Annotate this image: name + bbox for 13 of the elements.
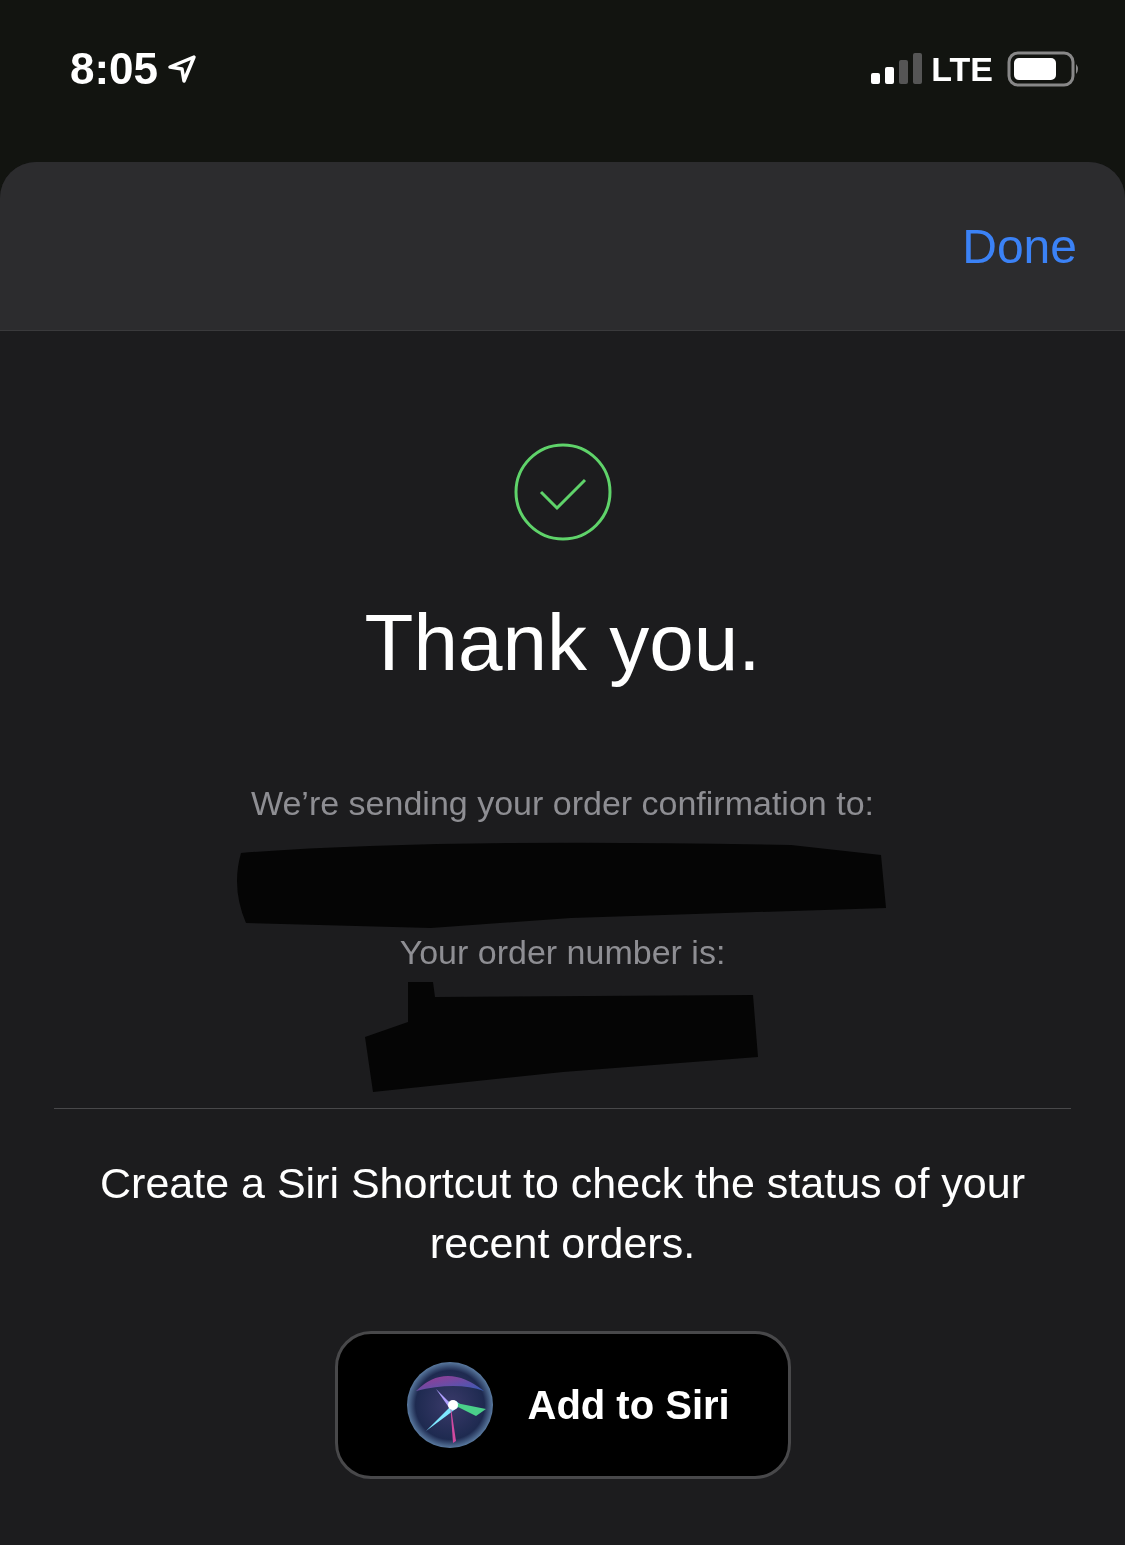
siri-orb-icon (405, 1361, 494, 1449)
email-label: We’re sending your order confirmation to: (251, 784, 874, 823)
order-number-label: Your order number is: (399, 933, 726, 972)
thank-you-title: Thank you. (364, 597, 761, 689)
network-label: LTE (931, 49, 993, 89)
add-to-siri-button[interactable]: Add to Siri (334, 1331, 791, 1479)
checkmark-circle-icon (512, 442, 613, 542)
status-time: 8:05 (70, 44, 159, 94)
siri-prompt: Create a Siri Shortcut to check the status of your recent orders. (99, 1158, 1026, 1269)
location-arrow-icon (166, 53, 199, 85)
done-button[interactable]: Done (962, 218, 1077, 274)
battery-icon (1007, 51, 1081, 87)
signal-icon (871, 52, 924, 86)
